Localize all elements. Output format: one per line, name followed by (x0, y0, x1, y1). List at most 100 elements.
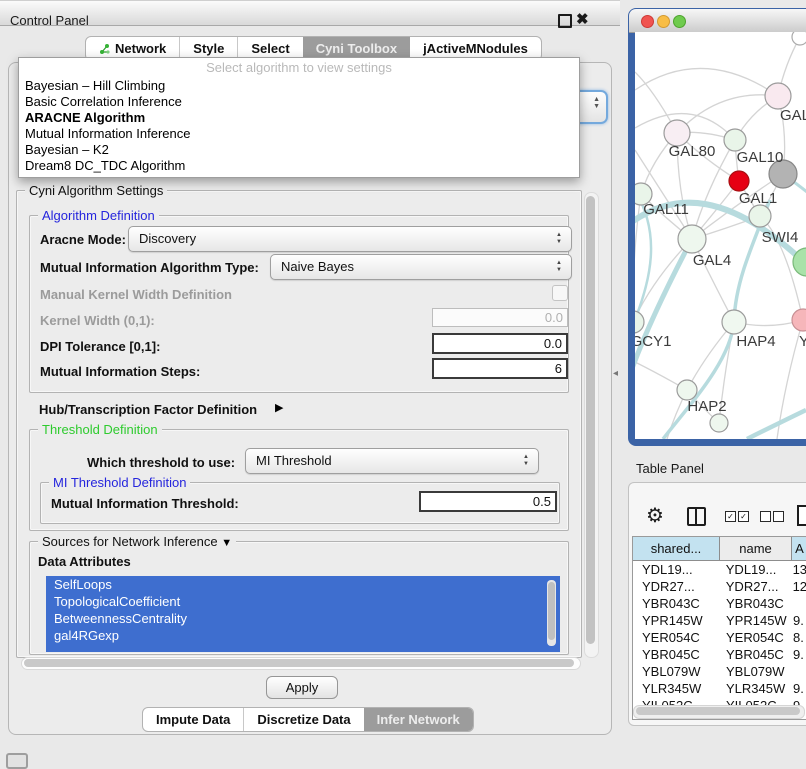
network-node[interactable] (722, 310, 746, 334)
which-threshold-combobox[interactable]: MI Threshold ▲▼ (245, 448, 539, 474)
dpi-tolerance-field[interactable]: 0.0 (432, 333, 568, 354)
control-panel-titlebar: Control Panel ✖ (0, 0, 620, 26)
network-node-label: GAL11 (643, 201, 689, 218)
mi-threshold-field[interactable]: 0.5 (419, 491, 557, 512)
tab-discretize-data-label: Discretize Data (257, 712, 350, 727)
settings-horizontal-scrollbar[interactable] (21, 657, 581, 670)
gear-icon[interactable]: ⚙ (646, 503, 664, 528)
attribute-item-selected[interactable]: BetweennessCentrality (46, 610, 560, 627)
deselect-all-columns-icon[interactable] (760, 511, 784, 522)
network-edge-highlighted[interactable] (747, 410, 806, 439)
network-node[interactable] (678, 225, 706, 253)
tab-infer-network[interactable]: Infer Network (364, 708, 473, 731)
table-cell: YDR27... (633, 578, 719, 595)
table-cell: YDL19... (633, 561, 719, 578)
attribute-item-selected[interactable]: TopologicalCoefficient (46, 593, 560, 610)
table-row[interactable]: YPR145WYPR145W9. (633, 612, 806, 629)
network-window-titlebar[interactable] (629, 9, 806, 33)
float-window-icon[interactable] (558, 14, 572, 28)
column-header-shared-name[interactable]: shared... (633, 537, 720, 560)
mi-threshold-definition-title: MI Threshold Definition (49, 475, 190, 490)
new-table-icon[interactable] (797, 505, 806, 526)
cyni-algorithm-settings-group: Cyni Algorithm Settings Algorithm Defini… (16, 190, 582, 658)
table-row[interactable]: YDR27...YDR27...12 (633, 578, 806, 595)
close-traffic-light-icon[interactable] (641, 15, 654, 28)
network-node[interactable] (765, 83, 791, 109)
network-node[interactable] (710, 414, 728, 432)
algorithm-option[interactable]: Basic Correlation Inference (19, 94, 579, 110)
dpi-tolerance-label: DPI Tolerance [0,1]: (40, 339, 160, 354)
table-cell: YDR27... (719, 578, 790, 595)
expand-arrow-icon[interactable]: ▶ (275, 401, 283, 414)
table-cell: YBL079W (633, 663, 719, 680)
table-row[interactable]: YLR345WYLR345W9. (633, 680, 806, 697)
table-row[interactable]: YDL19...YDL19...13 (633, 561, 806, 578)
zoom-traffic-light-icon[interactable] (673, 15, 686, 28)
data-attributes-list[interactable]: SelfLoopsTopologicalCoefficientBetweenne… (46, 576, 560, 652)
table-cell: YLR345W (633, 680, 719, 697)
tab-impute-data[interactable]: Impute Data (143, 708, 243, 731)
hub-definition-label[interactable]: Hub/Transcription Factor Definition (39, 402, 257, 417)
algorithm-option[interactable]: Bayesian – Hill Climbing (19, 78, 579, 94)
combo-arrows-icon: ▲▼ (593, 96, 600, 110)
algorithm-option[interactable]: Dream8 DC_TDC Algorithm (19, 158, 579, 174)
table-cell (790, 595, 793, 612)
table-cell: 9. (790, 646, 804, 663)
network-edge[interactable] (635, 68, 778, 96)
table-horizontal-scrollbar[interactable] (633, 705, 805, 719)
network-node-label: GAL10 (737, 149, 784, 166)
apply-button[interactable]: Apply (266, 676, 338, 699)
which-threshold-value: MI Threshold (256, 453, 332, 468)
network-node[interactable] (635, 311, 644, 333)
attribute-item-selected[interactable]: gal4RGexp (46, 627, 560, 644)
combo-arrows-icon: ▲▼ (556, 260, 562, 274)
table-cell: YBL079W (719, 663, 790, 680)
select-all-columns-icon[interactable]: ✓✓ (725, 511, 749, 522)
attribute-list-scrollbar[interactable] (547, 580, 556, 646)
network-node[interactable] (729, 171, 749, 191)
minimize-traffic-light-icon[interactable] (657, 15, 670, 28)
network-view-window[interactable]: GALGAL80GAL10GAL1GAL11SWI4GAL4GCY1HAP4YH… (628, 8, 806, 446)
table-row[interactable]: YBR045CYBR045C9. (633, 646, 806, 663)
table-rows: YDL19...YDL19...13YDR27...YDR27...12YBR0… (633, 561, 806, 706)
network-node[interactable] (792, 32, 806, 45)
table-cell: YBR043C (633, 595, 719, 612)
attribute-item-selected[interactable]: SelfLoops (46, 576, 560, 593)
network-edge-highlighted[interactable] (635, 239, 692, 377)
tab-discretize-data[interactable]: Discretize Data (243, 708, 363, 731)
network-node-label: Y (799, 333, 806, 350)
network-node-label: GCY1 (635, 333, 671, 350)
algorithm-option[interactable]: Bayesian – K2 (19, 142, 579, 158)
algorithm-option[interactable]: ARACNE Algorithm (19, 110, 579, 126)
mi-steps-field[interactable]: 6 (432, 358, 568, 379)
threshold-definition-title: Threshold Definition (38, 422, 162, 437)
network-node-label: HAP4 (736, 333, 775, 350)
algorithm-option[interactable]: Mutual Information Inference (19, 126, 579, 142)
close-icon[interactable]: ✖ (576, 10, 589, 28)
network-node[interactable] (724, 129, 746, 151)
network-node[interactable] (792, 309, 806, 331)
column-header-partial[interactable]: A (792, 537, 806, 560)
aracne-mode-combobox[interactable]: Discovery ▲▼ (128, 226, 572, 252)
network-canvas[interactable]: GALGAL80GAL10GAL1GAL11SWI4GAL4GCY1HAP4YH… (635, 32, 806, 439)
network-node[interactable] (677, 380, 697, 400)
kernel-width-field[interactable]: 0.0 (432, 308, 568, 327)
network-node[interactable] (749, 205, 771, 227)
manual-kernel-width-checkbox[interactable] (552, 285, 568, 301)
table-cell: YDL19... (719, 561, 790, 578)
column-header-name[interactable]: name (720, 537, 792, 560)
floating-panel-stub[interactable] (6, 753, 28, 769)
split-columns-icon[interactable] (687, 507, 706, 526)
table-row[interactable]: YBL079WYBL079W (633, 663, 806, 680)
table-cell: YBR045C (633, 646, 719, 663)
pane-divider-arrow-icon[interactable]: ◂ (613, 368, 618, 379)
sources-group: Sources for Network Inference ▼ Data Att… (29, 541, 569, 655)
mi-algorithm-type-combobox[interactable]: Naive Bayes ▲▼ (270, 254, 572, 280)
tab-jactivemnodules-label: jActiveMNodules (423, 41, 528, 56)
mi-steps-label: Mutual Information Steps: (40, 364, 200, 379)
settings-vertical-scrollbar[interactable] (584, 192, 599, 658)
table-row[interactable]: YBR043CYBR043C (633, 595, 806, 612)
node-table: shared... name A YDL19...YDL19...13YDR27… (632, 536, 806, 720)
table-row[interactable]: YER054CYER054C8. (633, 629, 806, 646)
collapse-arrow-icon[interactable]: ▼ (221, 537, 232, 549)
